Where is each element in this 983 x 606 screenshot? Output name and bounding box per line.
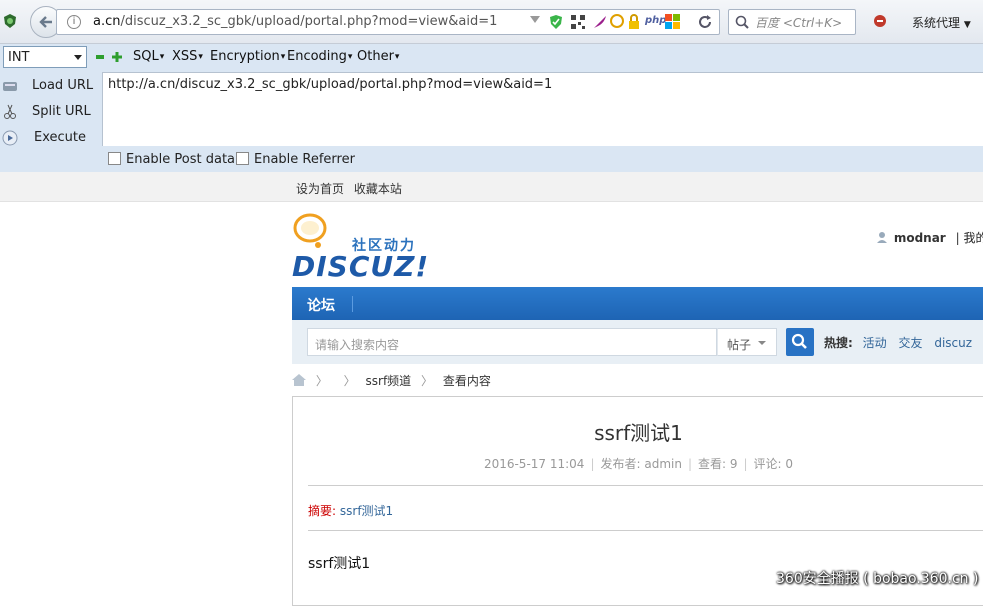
enable-post-checkbox[interactable]: Enable Post data: [108, 152, 235, 167]
article-body: ssrf测试1: [308, 556, 371, 572]
summary-label: 摘要:: [308, 504, 337, 518]
my-menu-link[interactable]: 我的: [963, 231, 983, 245]
divider: |: [955, 231, 960, 245]
chevron-down-icon: [74, 55, 82, 60]
firefox-shield-icon[interactable]: [2, 13, 18, 29]
breadcrumb-separator-icon: 〉: [421, 374, 434, 388]
minus-icon[interactable]: [96, 55, 104, 59]
user-info: modnar | 我的: [876, 229, 983, 246]
article-meta: 2016-5-17 11:04 | 发布者: admin | 查看: 9 | 评论: 0: [483, 457, 794, 471]
browser-toolbar: i a.cn/discuz_x3.2_sc_gbk/upload/portal.…: [0, 0, 983, 44]
windows-icon[interactable]: [665, 14, 681, 30]
dropdown-arrow-icon[interactable]: [530, 16, 540, 23]
proxy-label: 系统代理: [912, 16, 961, 30]
menu-encryption[interactable]: Encryption: [210, 49, 285, 64]
url-bar[interactable]: i a.cn/discuz_x3.2_sc_gbk/upload/portal.…: [56, 9, 720, 35]
search-type-select[interactable]: 帖子: [717, 328, 777, 356]
url-host: a.cn: [93, 14, 121, 29]
hot-keyword[interactable]: 活动: [863, 336, 887, 350]
article-summary: 摘要: ssrf测试1: [308, 502, 393, 519]
split-url-button[interactable]: Split URL: [0, 100, 100, 124]
username-link[interactable]: modnar: [894, 231, 946, 245]
nav-divider: [352, 296, 353, 312]
chevron-down-icon: [758, 341, 766, 345]
play-icon: [2, 130, 18, 146]
menu-other[interactable]: Other: [357, 49, 399, 64]
browser-search-placeholder: 百度 <Ctrl+K>: [755, 16, 843, 30]
enable-referrer-checkbox[interactable]: Enable Referrer: [236, 152, 355, 167]
proxy-icon[interactable]: [872, 13, 888, 29]
site-search-input[interactable]: 请输入搜索内容: [307, 328, 717, 356]
summary-value: ssrf测试1: [339, 504, 394, 518]
info-icon[interactable]: i: [67, 15, 81, 29]
menu-xss[interactable]: XSS: [172, 49, 203, 64]
checkbox-box[interactable]: [236, 152, 249, 165]
site-topbar: 设为首页 收藏本站: [0, 172, 983, 202]
breadcrumb: 〉 〉 ssrf频道 〉 查看内容: [292, 372, 491, 390]
article-title: ssrf测试1: [594, 421, 683, 445]
article-author[interactable]: 发布者: admin: [600, 457, 681, 471]
load-url-icon: [2, 78, 18, 94]
divider: [308, 485, 983, 486]
breadcrumb-current: 查看内容: [442, 374, 491, 388]
article-views: 查看: 9: [698, 457, 738, 471]
back-arrow-icon: [39, 16, 52, 28]
load-url-label: Load URL: [32, 78, 94, 93]
split-url-label: Split URL: [32, 104, 91, 119]
nav-tab-forum[interactable]: 论坛: [307, 295, 335, 315]
set-homepage-link[interactable]: 设为首页: [296, 182, 344, 196]
watermark: 360安全播报 ( bobao.360.cn ): [776, 571, 979, 587]
hot-keyword[interactable]: 交友: [898, 336, 922, 350]
search-icon: [735, 15, 749, 29]
bookmark-site-link[interactable]: 收藏本站: [354, 182, 402, 196]
php-icon[interactable]: php: [645, 15, 666, 26]
article-comments[interactable]: 评论: 0: [754, 457, 794, 471]
checkbox-box[interactable]: [108, 152, 121, 165]
execute-button[interactable]: Execute: [0, 126, 100, 150]
qr-code-icon[interactable]: [571, 15, 585, 29]
load-url-button[interactable]: Load URL: [0, 74, 100, 98]
divider: [308, 530, 983, 531]
proxy-menu[interactable]: 系统代理 ▼: [912, 14, 971, 31]
user-icon: [876, 231, 888, 243]
logo-wordmark: DISCUZ!: [292, 250, 430, 283]
speech-bubble-icon[interactable]: [610, 14, 624, 28]
plus-icon[interactable]: [112, 51, 122, 62]
menu-encoding[interactable]: Encoding: [287, 49, 352, 64]
breadcrumb-channel[interactable]: ssrf频道: [366, 374, 412, 388]
enable-post-label: Enable Post data: [126, 152, 236, 167]
hackbar-select-value: INT: [8, 50, 30, 65]
main-nav: 论坛: [292, 287, 983, 320]
article-date: 2016-5-17 11:04: [483, 457, 585, 471]
breadcrumb-separator-icon: 〉: [343, 374, 356, 388]
execute-label: Execute: [34, 130, 86, 145]
shield-check-icon[interactable]: [549, 14, 563, 30]
hot-search: 热搜: 活动 交友 discuz: [824, 334, 980, 351]
hackbar-menu: INT SQL XSS Encryption Encoding Other: [0, 44, 983, 72]
discuz-logo[interactable]: 社区动力 DISCUZ!: [292, 212, 432, 283]
site-search-row: 请输入搜索内容 帖子 热搜: 活动 交友 discuz: [292, 320, 983, 364]
hot-keyword[interactable]: discuz: [934, 336, 972, 350]
lock-icon[interactable]: [628, 14, 640, 30]
site-search-button[interactable]: [786, 328, 814, 356]
hackbar-url-textarea[interactable]: http://a.cn/discuz_x3.2_sc_gbk/upload/po…: [102, 72, 983, 146]
browser-search-bar[interactable]: 百度 <Ctrl+K>: [728, 9, 856, 35]
hackbar-type-select[interactable]: INT: [3, 46, 87, 68]
breadcrumb-separator-icon: 〉: [315, 374, 328, 388]
hot-search-label: 热搜:: [824, 336, 853, 350]
feather-icon[interactable]: [592, 14, 608, 30]
home-icon[interactable]: [292, 374, 306, 386]
scissors-icon: [2, 104, 18, 120]
menu-sql[interactable]: SQL: [133, 49, 164, 64]
search-type-value: 帖子: [727, 338, 752, 352]
url-path: /discuz_x3.2_sc_gbk/upload/portal.php?mo…: [120, 14, 498, 29]
enable-referrer-label: Enable Referrer: [254, 152, 355, 167]
hackbar-panel: INT SQL XSS Encryption Encoding Other Lo…: [0, 44, 983, 172]
reload-icon[interactable]: [697, 14, 713, 30]
search-icon: [791, 333, 807, 349]
